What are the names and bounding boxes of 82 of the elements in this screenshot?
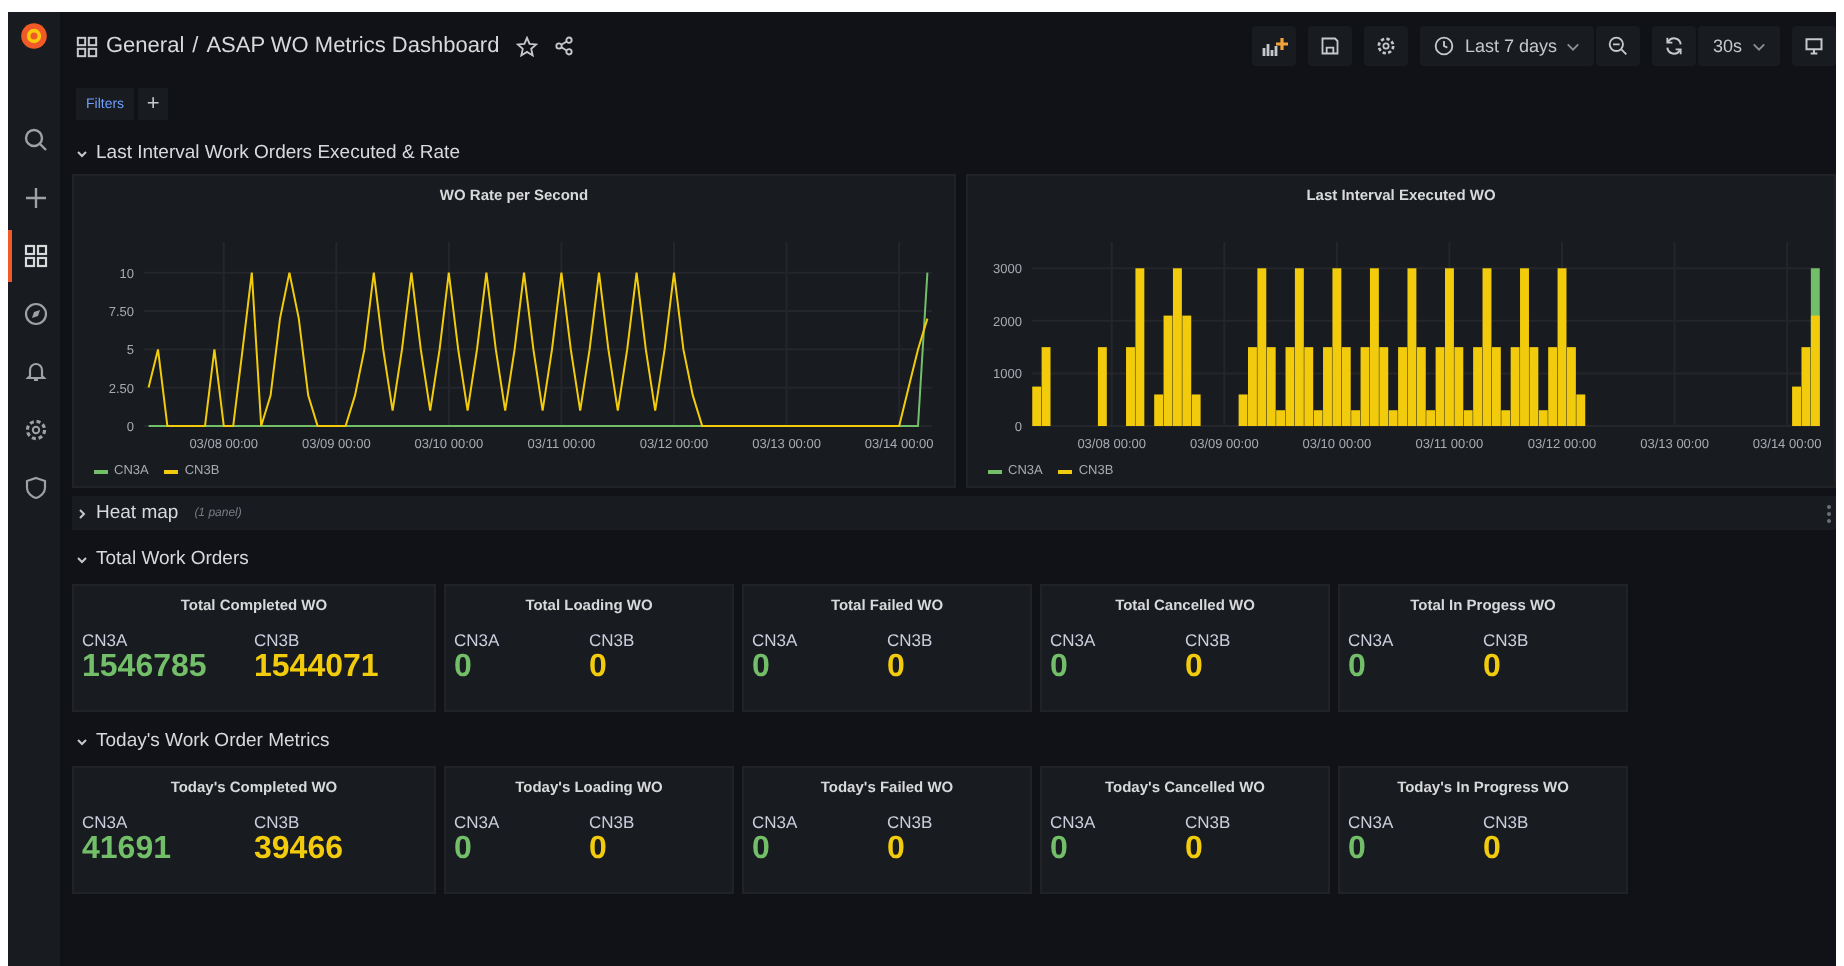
stat-value: 0 xyxy=(1483,650,1503,686)
stat-value: 0 xyxy=(589,650,609,686)
bar xyxy=(1096,347,1106,426)
bar-chart-plus-icon xyxy=(1261,35,1288,57)
stat-value: 0 xyxy=(887,650,907,686)
stat-label: CN3B xyxy=(1483,812,1531,832)
breadcrumb-separator: / xyxy=(192,34,199,58)
stat-value: 0 xyxy=(1050,650,1070,686)
search-icon xyxy=(24,128,48,152)
row-title[interactable]: Last Interval Work Orders Executed & Rate xyxy=(96,142,460,164)
refresh-icon xyxy=(1664,36,1685,56)
row-title[interactable]: Today's Work Order Metrics xyxy=(96,730,330,752)
stat-label: CN3B xyxy=(254,630,302,650)
row-title[interactable]: Heat map xyxy=(96,502,179,524)
settings-button[interactable] xyxy=(1364,26,1409,66)
stat-label: CN3B xyxy=(887,630,935,650)
time-range-picker[interactable]: Last 7 days xyxy=(1420,26,1595,66)
stat-value: 0 xyxy=(1483,832,1503,868)
stat-label: CN3A xyxy=(454,812,502,832)
stat-value: 39466 xyxy=(254,832,345,868)
stat-label: CN3A xyxy=(1050,812,1098,832)
settings-icon xyxy=(1376,36,1397,56)
stat-value: 0 xyxy=(752,832,772,868)
compass-icon xyxy=(24,302,48,326)
row-title[interactable]: Total Work Orders xyxy=(96,548,249,570)
stat-label: CN3A xyxy=(1050,630,1098,650)
stat-label: CN3B xyxy=(1483,630,1531,650)
stat-label: CN3A xyxy=(454,630,502,650)
monitor-icon xyxy=(1804,36,1824,56)
gear-icon xyxy=(24,418,48,442)
folder-link[interactable]: General xyxy=(106,34,185,58)
caret-icon xyxy=(1752,41,1766,51)
stat-label: CN3A xyxy=(1348,812,1396,832)
grid-icon xyxy=(24,244,48,268)
add-panel-button[interactable] xyxy=(1252,26,1297,66)
logo-icon[interactable] xyxy=(18,20,50,52)
tv-mode-button[interactable] xyxy=(1792,26,1836,66)
zoom-out-button[interactable] xyxy=(1596,26,1641,66)
shield-icon xyxy=(24,476,48,500)
share-icon[interactable] xyxy=(553,36,574,56)
stat-value: 0 xyxy=(1050,832,1070,868)
stat-label: CN3A xyxy=(82,812,130,832)
stat-label: CN3B xyxy=(589,630,637,650)
stat-value: 0 xyxy=(1185,832,1205,868)
stat-label: CN3A xyxy=(752,630,800,650)
save-icon xyxy=(1320,36,1341,56)
save-button[interactable] xyxy=(1308,26,1353,66)
add-filter-button[interactable]: + xyxy=(138,88,169,120)
chevron-down-icon[interactable] xyxy=(76,147,88,159)
stat-label: CN3B xyxy=(254,812,302,832)
stat-value: 0 xyxy=(454,832,474,868)
stat-value: 0 xyxy=(752,650,772,686)
stat-label: CN3B xyxy=(589,812,637,832)
refresh-button[interactable] xyxy=(1652,26,1697,66)
zoom-out-icon xyxy=(1608,36,1629,56)
stat-value: 0 xyxy=(1348,650,1368,686)
plus-icon xyxy=(24,186,48,210)
stat-value: 41691 xyxy=(82,832,173,868)
refresh-interval-picker[interactable]: 30s xyxy=(1698,26,1780,66)
stat-label: CN3A xyxy=(1348,630,1396,650)
stat-value: 0 xyxy=(1185,650,1205,686)
caret-icon xyxy=(1566,41,1581,51)
chevron-down-icon[interactable] xyxy=(76,553,88,565)
stat-label: CN3B xyxy=(1185,630,1233,650)
stat-label: CN3A xyxy=(82,630,130,650)
grid-icon xyxy=(76,35,98,57)
stat-value: 0 xyxy=(1348,832,1368,868)
stat-value: 0 xyxy=(454,650,474,686)
stat-value: 1544071 xyxy=(254,650,381,686)
stat-label: CN3A xyxy=(752,812,800,832)
stat-label: CN3B xyxy=(887,812,935,832)
chevron-right-icon[interactable] xyxy=(76,507,88,519)
clock-icon xyxy=(1434,36,1455,56)
stat-value: 1546785 xyxy=(82,650,209,686)
star-icon[interactable] xyxy=(515,35,538,57)
chevron-down-icon[interactable] xyxy=(76,735,88,747)
drag-handle-icon[interactable] xyxy=(1826,503,1832,523)
dashboard-title: ASAP WO Metrics Dashboard xyxy=(206,34,500,58)
stat-value: 0 xyxy=(887,832,907,868)
stat-value: 0 xyxy=(589,832,609,868)
bell-icon xyxy=(24,360,48,384)
stat-label: CN3B xyxy=(1185,812,1233,832)
